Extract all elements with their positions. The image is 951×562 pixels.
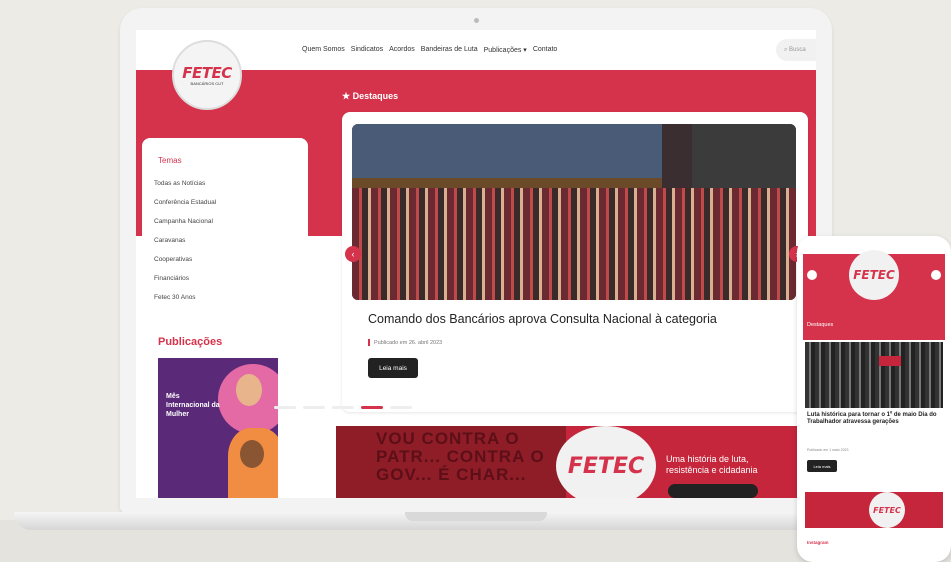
logo-wordmark: FETEC (182, 64, 232, 82)
banner-logo: FETEC (556, 426, 656, 498)
laptop-screen: FETEC BANCÁRIOS CUT Quem Somos Sindicato… (136, 30, 816, 498)
phone-banner-logo: FETEC (869, 492, 905, 528)
carousel-dot[interactable] (390, 406, 412, 409)
topics-title: Temas (158, 156, 182, 165)
cover-illustration (236, 374, 262, 406)
search-placeholder: Busca (789, 47, 806, 53)
carousel-prev-button[interactable]: ‹ (345, 246, 361, 262)
menu-icon[interactable] (807, 270, 817, 280)
site-logo[interactable]: FETEC BANCÁRIOS CUT (172, 40, 242, 110)
main-nav: Quem Somos Sindicatos Acordos Bandeiras … (302, 46, 557, 54)
phone-highlights-title: Destaques (807, 322, 834, 328)
nav-item-contato[interactable]: Contato (533, 46, 558, 54)
anniversary-banner[interactable]: VOU CONTRA O PATR... CONTRA O GOV... É C… (336, 426, 816, 498)
topic-link[interactable]: Todas as Notícias (154, 180, 205, 187)
read-more-button[interactable]: Leia mais (368, 358, 418, 378)
nav-item-sindicatos[interactable]: Sindicatos (351, 46, 383, 54)
search-icon[interactable] (931, 270, 941, 280)
banner-logo-wordmark: FETEC (567, 453, 645, 479)
featured-image[interactable] (352, 124, 796, 300)
carousel-dot[interactable] (332, 406, 354, 409)
phone-logo[interactable]: FETEC (849, 250, 899, 300)
topic-link[interactable]: Conferência Estadual (154, 199, 216, 206)
banner-slogan: VOU CONTRA O PATR... CONTRA O GOV... É C… (376, 429, 545, 484)
phone-instagram-title: Instagram (807, 540, 829, 545)
banner-button[interactable] (668, 484, 758, 498)
laptop-notch (405, 512, 547, 521)
topic-link[interactable]: Financiários (154, 275, 189, 282)
topic-link[interactable]: Cooperativas (154, 256, 192, 263)
highlights-title: ★ Destaques (342, 91, 399, 101)
featured-headline[interactable]: Comando dos Bancários aprova Consulta Na… (368, 312, 717, 326)
camera-icon (474, 18, 479, 23)
stage (352, 124, 662, 186)
protest-sign (879, 356, 901, 366)
stage-floor (352, 178, 662, 188)
wall (692, 124, 796, 194)
publication-cover[interactable]: Mês Internacional da Mulher (158, 358, 278, 498)
cover-illustration (240, 440, 264, 468)
topic-link[interactable]: Fetec 30 Anos (154, 294, 196, 301)
phone-logo-wordmark: FETEC (853, 268, 895, 282)
carousel-dot-active[interactable] (361, 406, 383, 409)
phone-mockup: FETEC Destaques Luta histórica para torn… (797, 236, 951, 562)
carousel-dot[interactable] (274, 406, 296, 409)
publications-title: Publicações (158, 336, 223, 348)
nav-item-acordos[interactable]: Acordos (389, 46, 415, 54)
phone-featured-image[interactable] (805, 342, 943, 408)
logo-subtext: BANCÁRIOS CUT (190, 81, 224, 86)
crowd (352, 188, 796, 300)
topic-link[interactable]: Campanha Nacional (154, 218, 213, 225)
search-input[interactable]: ⌕ Busca (776, 39, 816, 61)
nav-item-quem-somos[interactable]: Quem Somos (302, 46, 345, 54)
phone-banner-wordmark: FETEC (873, 505, 901, 515)
publication-cover-text: Mês Internacional da Mulher (166, 393, 220, 418)
nav-item-bandeiras[interactable]: Bandeiras de Luta (421, 46, 478, 54)
phone-read-more-button[interactable]: Leia mais (807, 460, 837, 472)
banner-tagline: Uma história de luta, resistência e cida… (666, 454, 758, 475)
carousel-dot[interactable] (303, 406, 325, 409)
phone-banner[interactable]: FETEC (805, 492, 943, 528)
phone-headline[interactable]: Luta histórica para tornar o 1º de maio … (807, 412, 939, 426)
chevron-left-icon: ‹ (351, 249, 355, 259)
phone-date: Publicado em 1 maio 2023 (807, 448, 849, 452)
carousel-dots (274, 406, 412, 409)
nav-item-publicacoes[interactable]: Publicações ▾ (484, 46, 527, 54)
featured-date: Publicado em 26. abril 2023 (368, 339, 442, 346)
topic-link[interactable]: Caravanas (154, 237, 185, 244)
